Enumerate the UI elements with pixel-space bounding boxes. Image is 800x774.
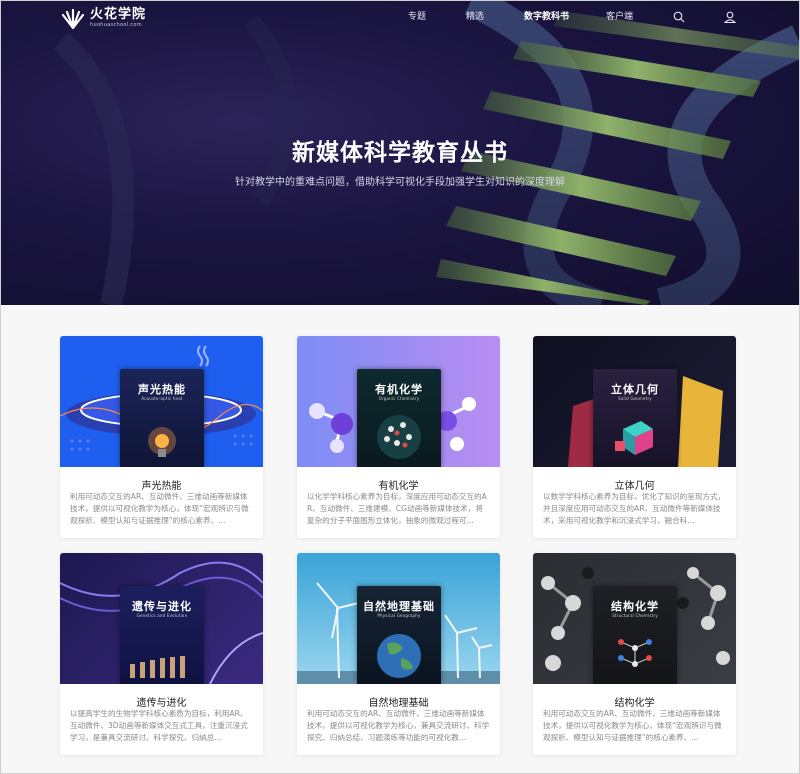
nav-item-topics[interactable]: 专题 xyxy=(408,11,426,23)
top-nav: 火花学院 huohuaschool.com 专题 精选 数字教科书 客户端 xyxy=(1,1,799,35)
earth-globe-icon xyxy=(377,634,421,678)
book-jacket: 遗传与进化 Genetics and Evolution xyxy=(120,586,204,684)
book-jacket: 立体几何 Solid Geometry xyxy=(593,369,677,467)
site-logo[interactable]: 火花学院 huohuaschool.com xyxy=(60,8,146,29)
light-bulb-icon xyxy=(148,427,176,457)
book-card-physical-geography[interactable]: 自然地理基础 Physical Geography 自然地理基础 利用可动态交互… xyxy=(297,553,500,755)
book-card-acousto-optic-heat[interactable]: 声光热能 Acousto-optic heat 声光热能 利用可动态交互的AR、… xyxy=(60,336,263,538)
card-description: 利用可动态交互的AR、互动微件、三维动画等新媒体技术，提供以可视化教学为核心，体… xyxy=(543,709,722,742)
card-description: 利用可动态交互的AR、互动微件、三维动画等新媒体技术，提供以可视化教学为核心，兼… xyxy=(307,709,490,742)
logo-subtitle: huohuaschool.com xyxy=(90,22,142,28)
card-description: 以化学学科核心素养为目标，深度应用可动态交互的AR、互动微件、三维建模、CG动画… xyxy=(307,492,487,525)
nav-item-client[interactable]: 客户端 xyxy=(606,11,633,23)
book-card-organic-chemistry[interactable]: 有机化学 Organic Chemistry 有机化学 以化学学科核心素养为目标… xyxy=(297,336,500,538)
book-cover: 遗传与进化 Genetics and Evolution xyxy=(60,553,263,684)
book-cover: 自然地理基础 Physical Geography xyxy=(297,553,500,684)
cube-icon xyxy=(615,421,653,455)
book-cover: 有机化学 Organic Chemistry xyxy=(297,336,500,467)
book-cover: 立体几何 Solid Geometry xyxy=(533,336,736,467)
card-title: 结构化学 xyxy=(614,698,655,709)
nav-item-featured[interactable]: 精选 xyxy=(466,11,484,23)
card-title: 立体几何 xyxy=(614,481,655,492)
book-card-structural-chemistry[interactable]: 结构化学 Structural Chemistry 结构化学 利用可动态交互的A… xyxy=(533,553,736,755)
book-jacket: 自然地理基础 Physical Geography xyxy=(357,586,441,684)
hero-subtitle: 针对教学中的重难点问题，借助科学可视化手段加强学生对知识的深度理解 xyxy=(235,177,565,188)
nav-item-digital-textbooks[interactable]: 数字教科书 xyxy=(524,11,569,23)
book-cover: 声光热能 Acousto-optic heat xyxy=(60,336,263,467)
card-title: 遗传与进化 xyxy=(136,698,187,709)
card-description: 以数学学科核心素养为目标，优化了知识的呈现方式，并且深度应用可动态交互的AR、互… xyxy=(543,492,726,525)
card-description: 利用可动态交互的AR、互动微件、三维动画等新媒体技术，提供以可视化教学为核心，体… xyxy=(70,492,249,525)
logo-name: 火花学院 xyxy=(90,7,147,22)
hero-banner: 火花学院 huohuaschool.com 专题 精选 数字教科书 客户端 新媒… xyxy=(1,1,799,305)
card-title: 有机化学 xyxy=(378,481,419,492)
book-card-solid-geometry[interactable]: 立体几何 Solid Geometry 立体几何 以数学学科核心素养为目标，优化… xyxy=(533,336,736,538)
card-title: 自然地理基础 xyxy=(368,698,429,709)
user-icon[interactable] xyxy=(724,11,736,23)
hero-title: 新媒体科学教育丛书 xyxy=(292,140,508,166)
spark-logo-icon xyxy=(61,8,85,29)
book-jacket: 有机化学 Organic Chemistry xyxy=(357,369,441,467)
page-frame: 火花学院 huohuaschool.com 专题 精选 数字教科书 客户端 新媒… xyxy=(0,0,800,774)
book-jacket: 声光热能 Acousto-optic heat xyxy=(120,369,204,467)
molecule-sphere-icon xyxy=(377,415,421,459)
book-jacket: 结构化学 Structural Chemistry xyxy=(593,586,677,684)
evolution-figures-icon xyxy=(130,656,185,678)
search-icon[interactable] xyxy=(673,11,685,23)
card-description: 以提高学生的生物学学科核心素质为目标，利用AR、互动微件、3D动画等新媒体交互式… xyxy=(70,709,248,742)
molecular-structure-icon xyxy=(618,639,652,667)
card-title: 声光热能 xyxy=(141,481,182,492)
book-cover: 结构化学 Structural Chemistry xyxy=(533,553,736,684)
book-card-genetics-evolution[interactable]: 遗传与进化 Genetics and Evolution 遗传与进化 以提高学生… xyxy=(60,553,263,755)
